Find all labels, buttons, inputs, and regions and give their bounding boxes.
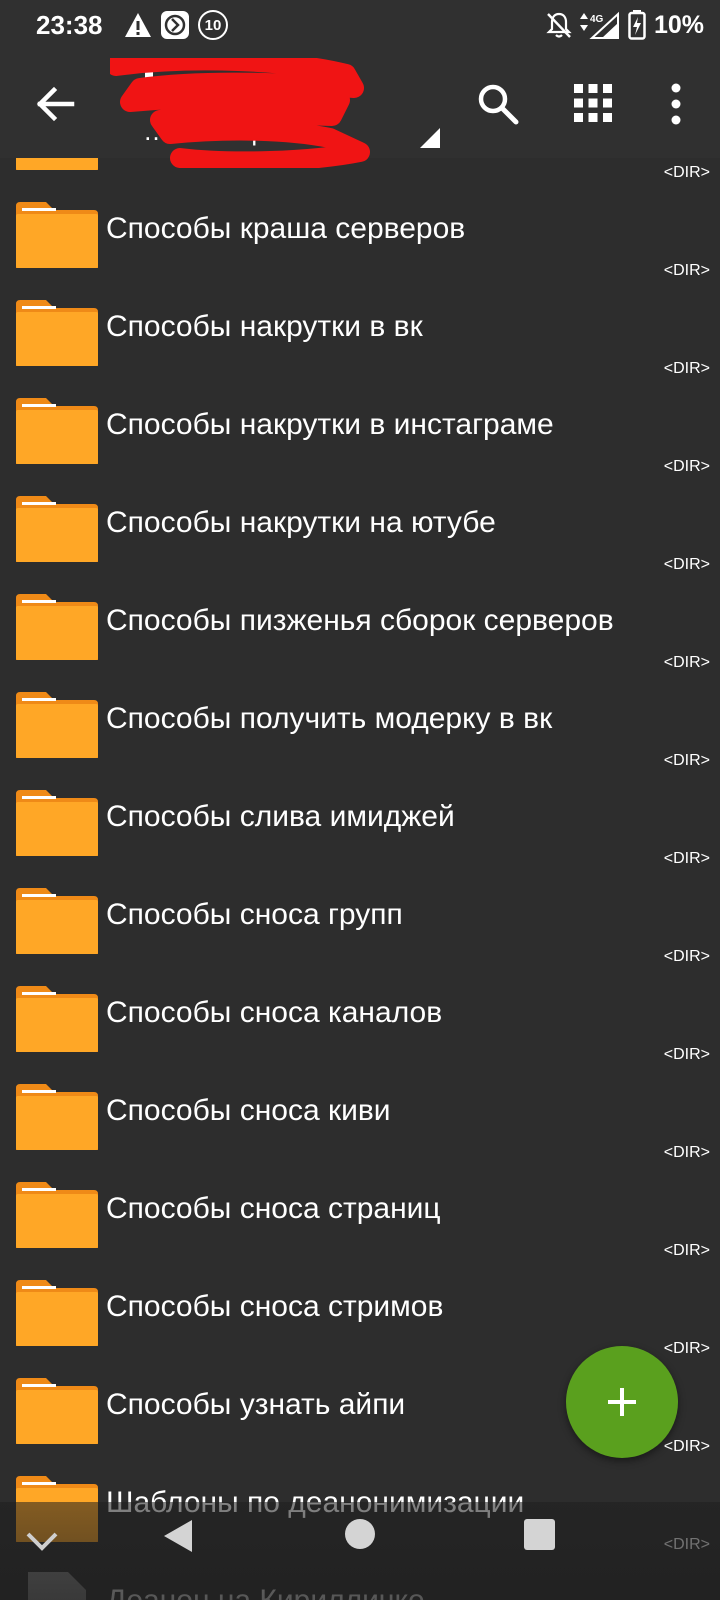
search-icon[interactable]	[474, 80, 522, 128]
signal-4g-icon: 4G	[579, 11, 619, 39]
path-dropdown-icon[interactable]	[420, 128, 440, 148]
file-name: Способы слива имиджей	[106, 800, 455, 833]
file-name: Способы накрутки в инстаграме	[106, 408, 554, 441]
file-name: Способы получить модерку в вк	[106, 702, 553, 735]
folder-icon	[16, 692, 98, 758]
nav-recents-icon[interactable]	[524, 1519, 555, 1550]
status-left-icons: 10	[124, 10, 228, 40]
dir-tag: <DIR>	[663, 948, 710, 965]
dir-tag: <DIR>	[663, 262, 710, 279]
folder-icon	[16, 1280, 98, 1346]
status-time: 23:38	[36, 10, 103, 40]
badge-10-icon: 10	[198, 10, 228, 40]
list-item[interactable]: Способы накрутки на ютубе <DIR>	[0, 486, 720, 584]
dir-tag: <DIR>	[663, 752, 710, 769]
list-item[interactable]: Способы накрутки в вк <DIR>	[0, 290, 720, 388]
back-arrow-icon[interactable]	[30, 78, 82, 130]
file-name: Способы сноса каналов	[106, 996, 443, 1029]
status-right-icons: 4G 10%	[546, 10, 704, 40]
dir-tag: <DIR>	[663, 1242, 710, 1259]
list-item[interactable]: Способы сноса страниц <DIR>	[0, 1172, 720, 1270]
warning-icon	[125, 13, 151, 37]
list-item[interactable]: <DIR>	[0, 158, 720, 192]
dir-tag: <DIR>	[663, 458, 710, 475]
folder-icon	[16, 398, 98, 464]
list-item[interactable]: Способы сноса каналов <DIR>	[0, 976, 720, 1074]
notification-count: 10	[204, 16, 222, 34]
file-name: Способы сноса групп	[106, 898, 403, 931]
folder-icon	[16, 1084, 98, 1150]
folder-icon	[16, 496, 98, 562]
nav-home-icon[interactable]	[344, 1518, 376, 1550]
file-name: Способы накрутки на ютубе	[106, 506, 496, 539]
folder-icon	[16, 158, 98, 170]
folder-icon	[16, 790, 98, 856]
nav-back-icon[interactable]	[162, 1518, 194, 1554]
dir-tag: <DIR>	[663, 1340, 710, 1357]
status-bar: 23:38 10 4G 10%	[0, 0, 720, 50]
folder-icon	[16, 300, 98, 366]
file-name: Способы узнать айпи	[106, 1388, 406, 1421]
list-item[interactable]: Способы получить модерку в вк <DIR>	[0, 682, 720, 780]
collapse-chevron-icon[interactable]	[24, 1528, 60, 1556]
dir-tag: <DIR>	[663, 556, 710, 573]
list-item[interactable]: Способы сноса групп <DIR>	[0, 878, 720, 976]
list-item[interactable]: Способы накрутки в инстаграме <DIR>	[0, 388, 720, 486]
folder-icon	[16, 202, 98, 268]
folder-icon	[16, 888, 98, 954]
dir-tag: <DIR>	[663, 1046, 710, 1063]
app-notification-icon	[161, 11, 189, 39]
dir-tag: <DIR>	[663, 1144, 710, 1161]
file-name: Способы накрутки в вк	[106, 310, 423, 343]
file-name: Способы пизженья сборок серверов	[106, 604, 614, 637]
add-fab-button[interactable]	[566, 1346, 678, 1458]
redaction-scribble	[110, 58, 370, 168]
folder-icon	[16, 986, 98, 1052]
list-item[interactable]: Способы слива имиджей <DIR>	[0, 780, 720, 878]
more-vertical-icon[interactable]	[660, 80, 692, 128]
plus-icon	[608, 1388, 636, 1416]
file-name: Способы сноса страниц	[106, 1192, 441, 1225]
list-item[interactable]: Способы краша серверов <DIR>	[0, 192, 720, 290]
dir-tag: <DIR>	[663, 1438, 710, 1455]
folder-icon	[16, 1378, 98, 1444]
bell-muted-icon	[546, 12, 572, 38]
dir-tag: <DIR>	[663, 654, 710, 671]
dir-tag: <DIR>	[663, 850, 710, 867]
grid-view-icon[interactable]	[572, 82, 614, 124]
list-item[interactable]: Способы пизженья сборок серверов <DIR>	[0, 584, 720, 682]
dir-tag: <DIR>	[663, 360, 710, 377]
file-name: Способы сноса стримов	[106, 1290, 444, 1323]
battery-charging-icon	[628, 10, 646, 40]
network-label: 4G	[590, 14, 604, 25]
list-item[interactable]: Способы сноса киви <DIR>	[0, 1074, 720, 1172]
folder-icon	[16, 1182, 98, 1248]
folder-icon	[16, 594, 98, 660]
app-bar: …0/ ca.zip	[0, 50, 720, 168]
navigation-bar	[0, 1502, 720, 1600]
battery-percent: 10%	[653, 10, 704, 39]
file-name: Способы сноса киви	[106, 1094, 391, 1127]
file-name: Способы краша серверов	[106, 212, 466, 245]
dir-tag: <DIR>	[663, 164, 710, 181]
